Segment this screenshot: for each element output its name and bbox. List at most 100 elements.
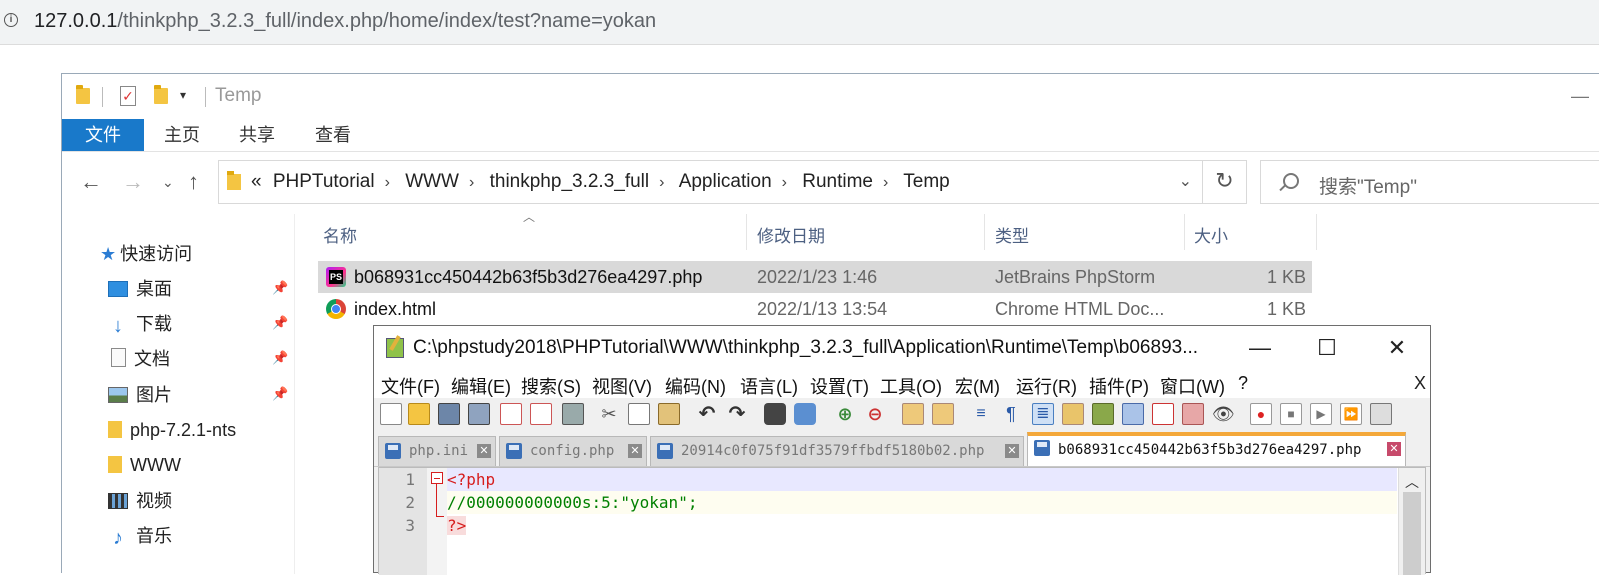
function-list-icon[interactable] [1152, 403, 1174, 425]
monitoring-eye-icon[interactable]: 👁 [1212, 403, 1235, 425]
pin-icon[interactable]: 📌 [272, 386, 288, 402]
stop-recording-icon[interactable]: ■ [1280, 403, 1302, 425]
word-wrap-icon[interactable]: ≡ [970, 403, 992, 425]
user-defined-language-icon[interactable] [1062, 403, 1084, 425]
address-bar[interactable]: « PHPTutorial › WWW › thinkphp_3.2.3_full ›… [218, 160, 1203, 204]
close-tab-icon[interactable]: ✕ [1387, 442, 1401, 456]
sidebar-item-videos[interactable]: 视频 [108, 486, 172, 516]
close-button[interactable]: ✕ [1382, 334, 1412, 362]
tab-home[interactable]: 主页 [144, 119, 220, 151]
menu-settings[interactable]: 设置(T) [810, 373, 869, 399]
sidebar-item-music[interactable]: ♪ 音乐 [108, 521, 172, 551]
menu-macro[interactable]: 宏(M) [955, 373, 1000, 399]
file-row[interactable]: b068931cc450442b63f5b3d276ea4297.php 202… [318, 261, 1312, 293]
undo-icon[interactable]: ↶ [696, 403, 718, 425]
save-all-icon[interactable] [468, 403, 490, 425]
sidebar-item-desktop[interactable]: 桌面 [108, 274, 172, 304]
refresh-icon[interactable]: ↻ [1203, 160, 1247, 204]
maximize-button[interactable]: ☐ [1312, 334, 1342, 362]
properties-icon[interactable]: ✓ [120, 86, 136, 106]
breadcrumb-separator-icon[interactable]: › [385, 174, 390, 191]
find-icon[interactable] [764, 403, 786, 425]
open-file-icon[interactable] [408, 403, 430, 425]
zoom-in-icon[interactable]: ⊕ [834, 403, 856, 425]
sync-vertical-icon[interactable] [902, 403, 924, 425]
breadcrumb-separator-icon[interactable]: › [782, 174, 787, 191]
menu-file[interactable]: 文件(F) [381, 373, 440, 399]
save-icon[interactable] [438, 403, 460, 425]
vertical-scrollbar[interactable]: ︿ [1398, 468, 1425, 575]
tab-b068931c-php[interactable]: b068931cc450442b63f5b3d276ea4297.php ✕ [1027, 432, 1406, 466]
close-all-icon[interactable] [530, 403, 552, 425]
menu-plugins[interactable]: 插件(P) [1089, 373, 1149, 399]
print-icon[interactable] [562, 403, 584, 425]
menu-tools[interactable]: 工具(O) [880, 373, 942, 399]
menu-window[interactable]: 窗口(W) [1160, 373, 1225, 399]
quick-access-dropdown-icon[interactable]: ▾ [180, 88, 186, 102]
close-tab-icon[interactable]: ✕ [628, 444, 642, 458]
column-divider[interactable] [746, 214, 747, 250]
fold-toggle-icon[interactable] [431, 472, 443, 484]
breadcrumb-item[interactable]: Temp [903, 171, 949, 192]
save-macro-icon[interactable] [1370, 403, 1392, 425]
close-document-button[interactable]: X [1414, 373, 1426, 394]
column-divider[interactable] [1316, 214, 1317, 250]
sidebar-item-downloads[interactable]: ↓ 下载 [108, 309, 172, 339]
scroll-up-arrow-icon[interactable]: ︿ [1405, 472, 1419, 492]
sidebar-item-www-folder[interactable]: WWW [108, 450, 181, 480]
code-editor[interactable]: 1 2 3 <?php //000000000000s:5:"yokan"; ?… [378, 467, 1426, 575]
search-input[interactable]: 搜索"Temp" [1260, 160, 1599, 204]
pin-icon[interactable]: 📌 [272, 315, 288, 331]
pin-icon[interactable]: 📌 [272, 350, 288, 366]
scrollbar-thumb[interactable] [1403, 492, 1421, 575]
breadcrumb-separator-icon[interactable]: › [883, 174, 888, 191]
new-folder-icon[interactable] [154, 85, 168, 104]
playback-macro-icon[interactable]: ▶ [1310, 403, 1332, 425]
tab-view[interactable]: 查看 [295, 119, 371, 151]
replace-icon[interactable] [794, 403, 816, 425]
breadcrumb-overflow[interactable]: « [251, 171, 262, 192]
zoom-out-icon[interactable]: ⊖ [864, 403, 886, 425]
menu-encoding[interactable]: 编码(N) [665, 373, 726, 399]
chevron-down-icon[interactable]: ⌄ [1179, 171, 1192, 191]
up-arrow-icon[interactable]: ↑ [188, 169, 199, 195]
cut-icon[interactable]: ✂ [598, 403, 620, 425]
folder-as-workspace-icon[interactable] [1182, 403, 1204, 425]
column-divider[interactable] [1184, 214, 1185, 250]
menu-view[interactable]: 视图(V) [592, 373, 652, 399]
sidebar-item-php-folder[interactable]: php-7.2.1-nts [108, 415, 236, 445]
run-macro-multiple-icon[interactable]: ⏩ [1340, 403, 1362, 425]
close-file-icon[interactable] [500, 403, 522, 425]
back-arrow-icon[interactable]: ← [80, 169, 102, 195]
recent-locations-chevron-icon[interactable]: ⌄ [162, 174, 174, 191]
url-text[interactable]: 127.0.0.1/thinkphp_3.2.3_full/index.php/… [34, 10, 656, 33]
tab-share[interactable]: 共享 [219, 119, 295, 151]
menu-search[interactable]: 搜索(S) [521, 373, 581, 399]
menu-language[interactable]: 语言(L) [740, 373, 798, 399]
file-row[interactable]: index.html 2022/1/13 13:54 Chrome HTML D… [318, 293, 1312, 325]
copy-icon[interactable] [628, 403, 650, 425]
browser-address-bar[interactable]: i 127.0.0.1/thinkphp_3.2.3_full/index.ph… [0, 0, 1599, 45]
tab-php-ini[interactable]: php.ini ✕ [378, 436, 496, 466]
menu-help[interactable]: ? [1238, 373, 1248, 394]
sidebar-item-pictures[interactable]: 图片 [108, 380, 172, 410]
column-header-size[interactable]: 大小 [1194, 222, 1228, 247]
sidebar-item-documents[interactable]: 文档 [108, 344, 170, 374]
minimize-button[interactable]: — [1245, 334, 1275, 362]
column-header-date[interactable]: 修改日期 [757, 222, 825, 247]
column-header-type[interactable]: 类型 [995, 222, 1029, 247]
breadcrumb-item[interactable]: Application [679, 171, 772, 192]
column-divider[interactable] [984, 214, 985, 250]
tab-config-php[interactable]: config.php ✕ [499, 436, 647, 466]
menu-edit[interactable]: 编辑(E) [451, 373, 511, 399]
close-tab-icon[interactable]: ✕ [1005, 444, 1019, 458]
document-list-icon[interactable] [1122, 403, 1144, 425]
column-header-name[interactable]: 名称 [323, 222, 357, 247]
show-all-characters-icon[interactable]: ¶ [1000, 403, 1022, 425]
close-tab-icon[interactable]: ✕ [477, 444, 491, 458]
tab-file[interactable]: 文件 [62, 119, 144, 151]
menu-run[interactable]: 运行(R) [1016, 373, 1077, 399]
tab-20914c0f-php[interactable]: 20914c0f075f91df3579ffbdf5180b02.php ✕ [650, 436, 1024, 466]
breadcrumb-separator-icon[interactable]: › [469, 174, 474, 191]
forward-arrow-icon[interactable]: → [122, 169, 144, 195]
